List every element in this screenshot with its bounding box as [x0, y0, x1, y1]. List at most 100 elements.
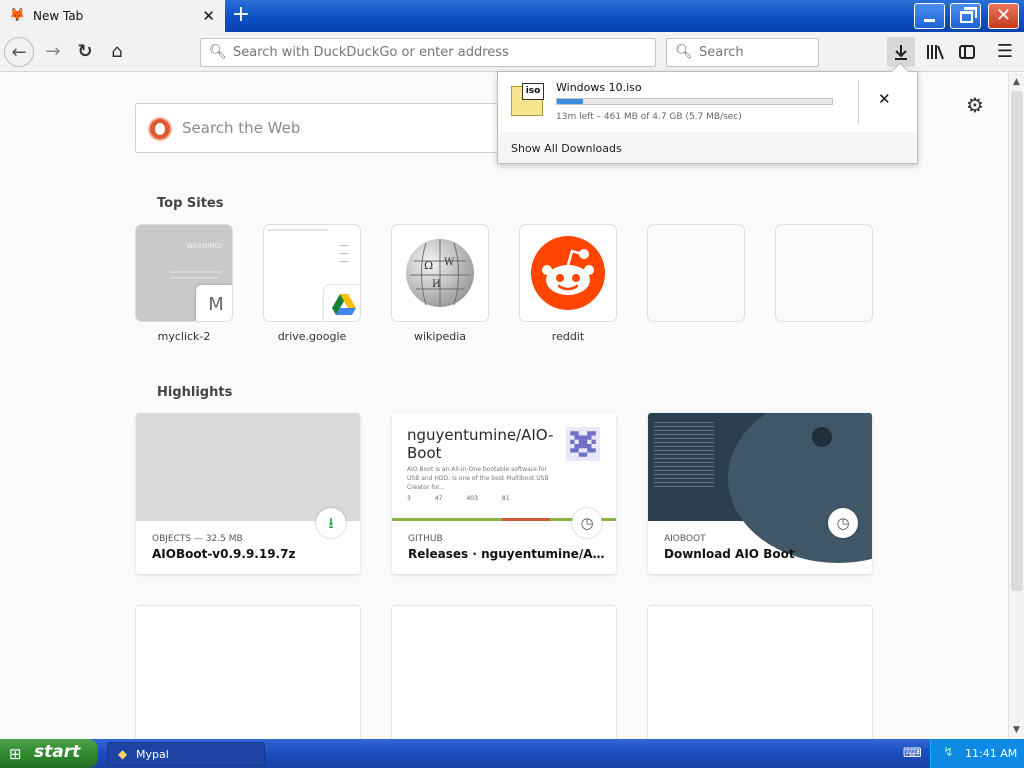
preview-stat-forks: 81	[501, 495, 510, 502]
library-icon	[927, 45, 944, 60]
download-icon	[895, 45, 907, 60]
preview-stat-stars: 403	[466, 495, 478, 502]
top-site-wikipedia[interactable]: Ω W И wikipedia	[392, 225, 488, 343]
highlights-title: Highlights	[157, 385, 233, 400]
top-site-myclick[interactable]: WARNING! M myclick-2	[136, 225, 232, 343]
preview-title: nguyentumine/AIO-Boot	[407, 426, 554, 462]
gear-icon[interactable]: ⚙	[966, 93, 984, 117]
taskbar-app-mypal[interactable]: ◆ Mypal	[107, 742, 265, 766]
clock: 11:41 AM	[965, 747, 1018, 760]
top-site-label: myclick-2	[157, 330, 211, 343]
show-all-downloads-link[interactable]: Show All Downloads	[511, 142, 622, 155]
top-sites-title: Top Sites	[157, 196, 224, 211]
library-button[interactable]	[921, 37, 949, 67]
top-site-label: reddit	[551, 330, 585, 343]
network-icon[interactable]: ↯	[943, 745, 954, 760]
highlight-placeholder	[648, 606, 872, 746]
address-input[interactable]	[233, 42, 633, 62]
highlight-card[interactable]: nguyentumine/AIO-Boot AIO Boot is an All…	[392, 413, 616, 574]
vertical-scrollbar[interactable]: ▲ ▼	[1008, 73, 1024, 739]
site-thumbnail: WARNING! M	[136, 225, 232, 321]
top-site-reddit[interactable]: reddit	[520, 225, 616, 343]
wikipedia-globe-icon: Ω W И	[406, 239, 474, 307]
sidebar-icon	[959, 45, 975, 59]
search-icon: 🔍︎	[675, 44, 693, 60]
maximize-button[interactable]	[950, 3, 981, 29]
preview-description: AIO Boot is an All-in-One bootable softw…	[407, 466, 549, 491]
address-bar[interactable]: 🔍︎	[200, 38, 656, 67]
search-input[interactable]	[699, 42, 809, 62]
mypal-icon: ◆	[118, 747, 128, 761]
card-preview: nguyentumine/AIO-Boot AIO Boot is an All…	[392, 413, 616, 521]
highlight-placeholder	[136, 606, 360, 746]
tab-new-tab[interactable]: 🦊 New Tab ✕	[0, 0, 225, 32]
downloads-button[interactable]	[887, 37, 915, 67]
card-preview	[136, 413, 360, 521]
close-window-button[interactable]: ✕	[988, 3, 1019, 29]
web-search-placeholder: Search the Web	[182, 119, 301, 137]
reload-button[interactable]: ↻	[70, 37, 100, 67]
site-thumbnail	[264, 225, 360, 321]
top-site-drive-google[interactable]: drive.google	[264, 225, 360, 343]
navigation-toolbar: ← → ↻ ⌂ 🔍︎ 🔍︎ ☰	[0, 32, 1024, 72]
card-title: Releases · nguyentumine/AIO-B...	[408, 547, 608, 561]
search-bar[interactable]: 🔍︎	[666, 38, 819, 67]
iso-file-icon: iso	[511, 83, 544, 116]
site-placeholder	[648, 225, 744, 321]
svg-text:Ω: Ω	[424, 259, 433, 272]
card-title: Download AIO Boot	[664, 547, 795, 561]
svg-text:W: W	[444, 257, 455, 268]
site-thumbnail: Ω W И	[392, 225, 488, 321]
top-site-label: drive.google	[277, 330, 347, 343]
scroll-down-icon[interactable]: ▼	[1013, 725, 1020, 735]
top-site-empty[interactable]	[776, 225, 872, 321]
reddit-icon	[531, 236, 605, 310]
scrollbar-thumb[interactable]	[1011, 91, 1023, 591]
highlight-card[interactable]: ◷ AIOBOOT Download AIO Boot	[648, 413, 872, 574]
close-tab-icon[interactable]: ✕	[202, 7, 215, 25]
preview-stat-contributors: 3	[407, 495, 411, 502]
card-preview	[648, 413, 872, 563]
tab-strip: 🦊 New Tab ✕ + ✕	[0, 0, 1024, 32]
top-site-empty[interactable]	[648, 225, 744, 321]
svg-text:И: И	[432, 279, 441, 290]
system-tray: ↯ 11:41 AM	[930, 739, 1024, 768]
forward-button[interactable]: →	[38, 37, 68, 67]
clock-icon: ◷	[572, 508, 602, 538]
search-icon: 🔍︎	[209, 44, 227, 60]
keyboard-icon[interactable]: ⌨	[903, 746, 922, 761]
download-status: 13m left – 461 MB of 4.7 GB (5.7 MB/sec)	[556, 112, 742, 122]
site-letter-icon: M	[196, 285, 232, 321]
download-file-name: Windows 10.iso	[556, 81, 642, 94]
menu-button[interactable]: ☰	[991, 37, 1019, 67]
highlight-placeholder	[392, 606, 616, 746]
tab-title: New Tab	[33, 9, 84, 23]
download-item[interactable]: iso Windows 10.iso 13m left – 461 MB of …	[498, 72, 917, 132]
new-tab-button[interactable]: +	[230, 3, 252, 27]
thumbnail-warning-text: WARNING!	[186, 242, 223, 250]
highlight-card[interactable]: ⭳ OBJECTS — 32.5 MB AIOBoot-v0.9.9.19.7z	[136, 413, 360, 574]
minimize-button[interactable]	[914, 3, 945, 29]
start-label: start	[34, 742, 81, 762]
download-icon: ⭳	[316, 508, 346, 538]
start-button[interactable]: ⊞ start	[0, 739, 98, 768]
preview-stat-issues: 47	[434, 495, 443, 502]
taskbar: ⊞ start ◆ Mypal ⌨ ↯ 11:41 AM	[0, 739, 1024, 768]
new-tab-page: Search the Web ⚙ Top Sites WARNING! M my…	[0, 73, 1010, 746]
cancel-download-button[interactable]: ✕	[878, 90, 891, 108]
download-progress-fill	[557, 99, 584, 104]
file-type-label: iso	[522, 83, 544, 100]
google-drive-icon	[324, 285, 360, 321]
clock-icon: ◷	[828, 508, 858, 538]
top-site-label: wikipedia	[413, 330, 466, 343]
card-title: AIOBoot-v0.9.9.19.7z	[152, 547, 296, 561]
repo-avatar-icon	[566, 427, 600, 461]
back-button[interactable]: ←	[4, 37, 34, 67]
sidebar-button[interactable]	[953, 37, 981, 67]
web-search-box[interactable]: Search the Web	[135, 103, 515, 153]
download-progress-bar	[556, 98, 833, 105]
card-context: GITHUB	[408, 534, 443, 544]
downloads-panel: iso Windows 10.iso 13m left – 461 MB of …	[497, 62, 918, 164]
scroll-up-icon[interactable]: ▲	[1013, 77, 1020, 87]
home-button[interactable]: ⌂	[102, 37, 132, 67]
